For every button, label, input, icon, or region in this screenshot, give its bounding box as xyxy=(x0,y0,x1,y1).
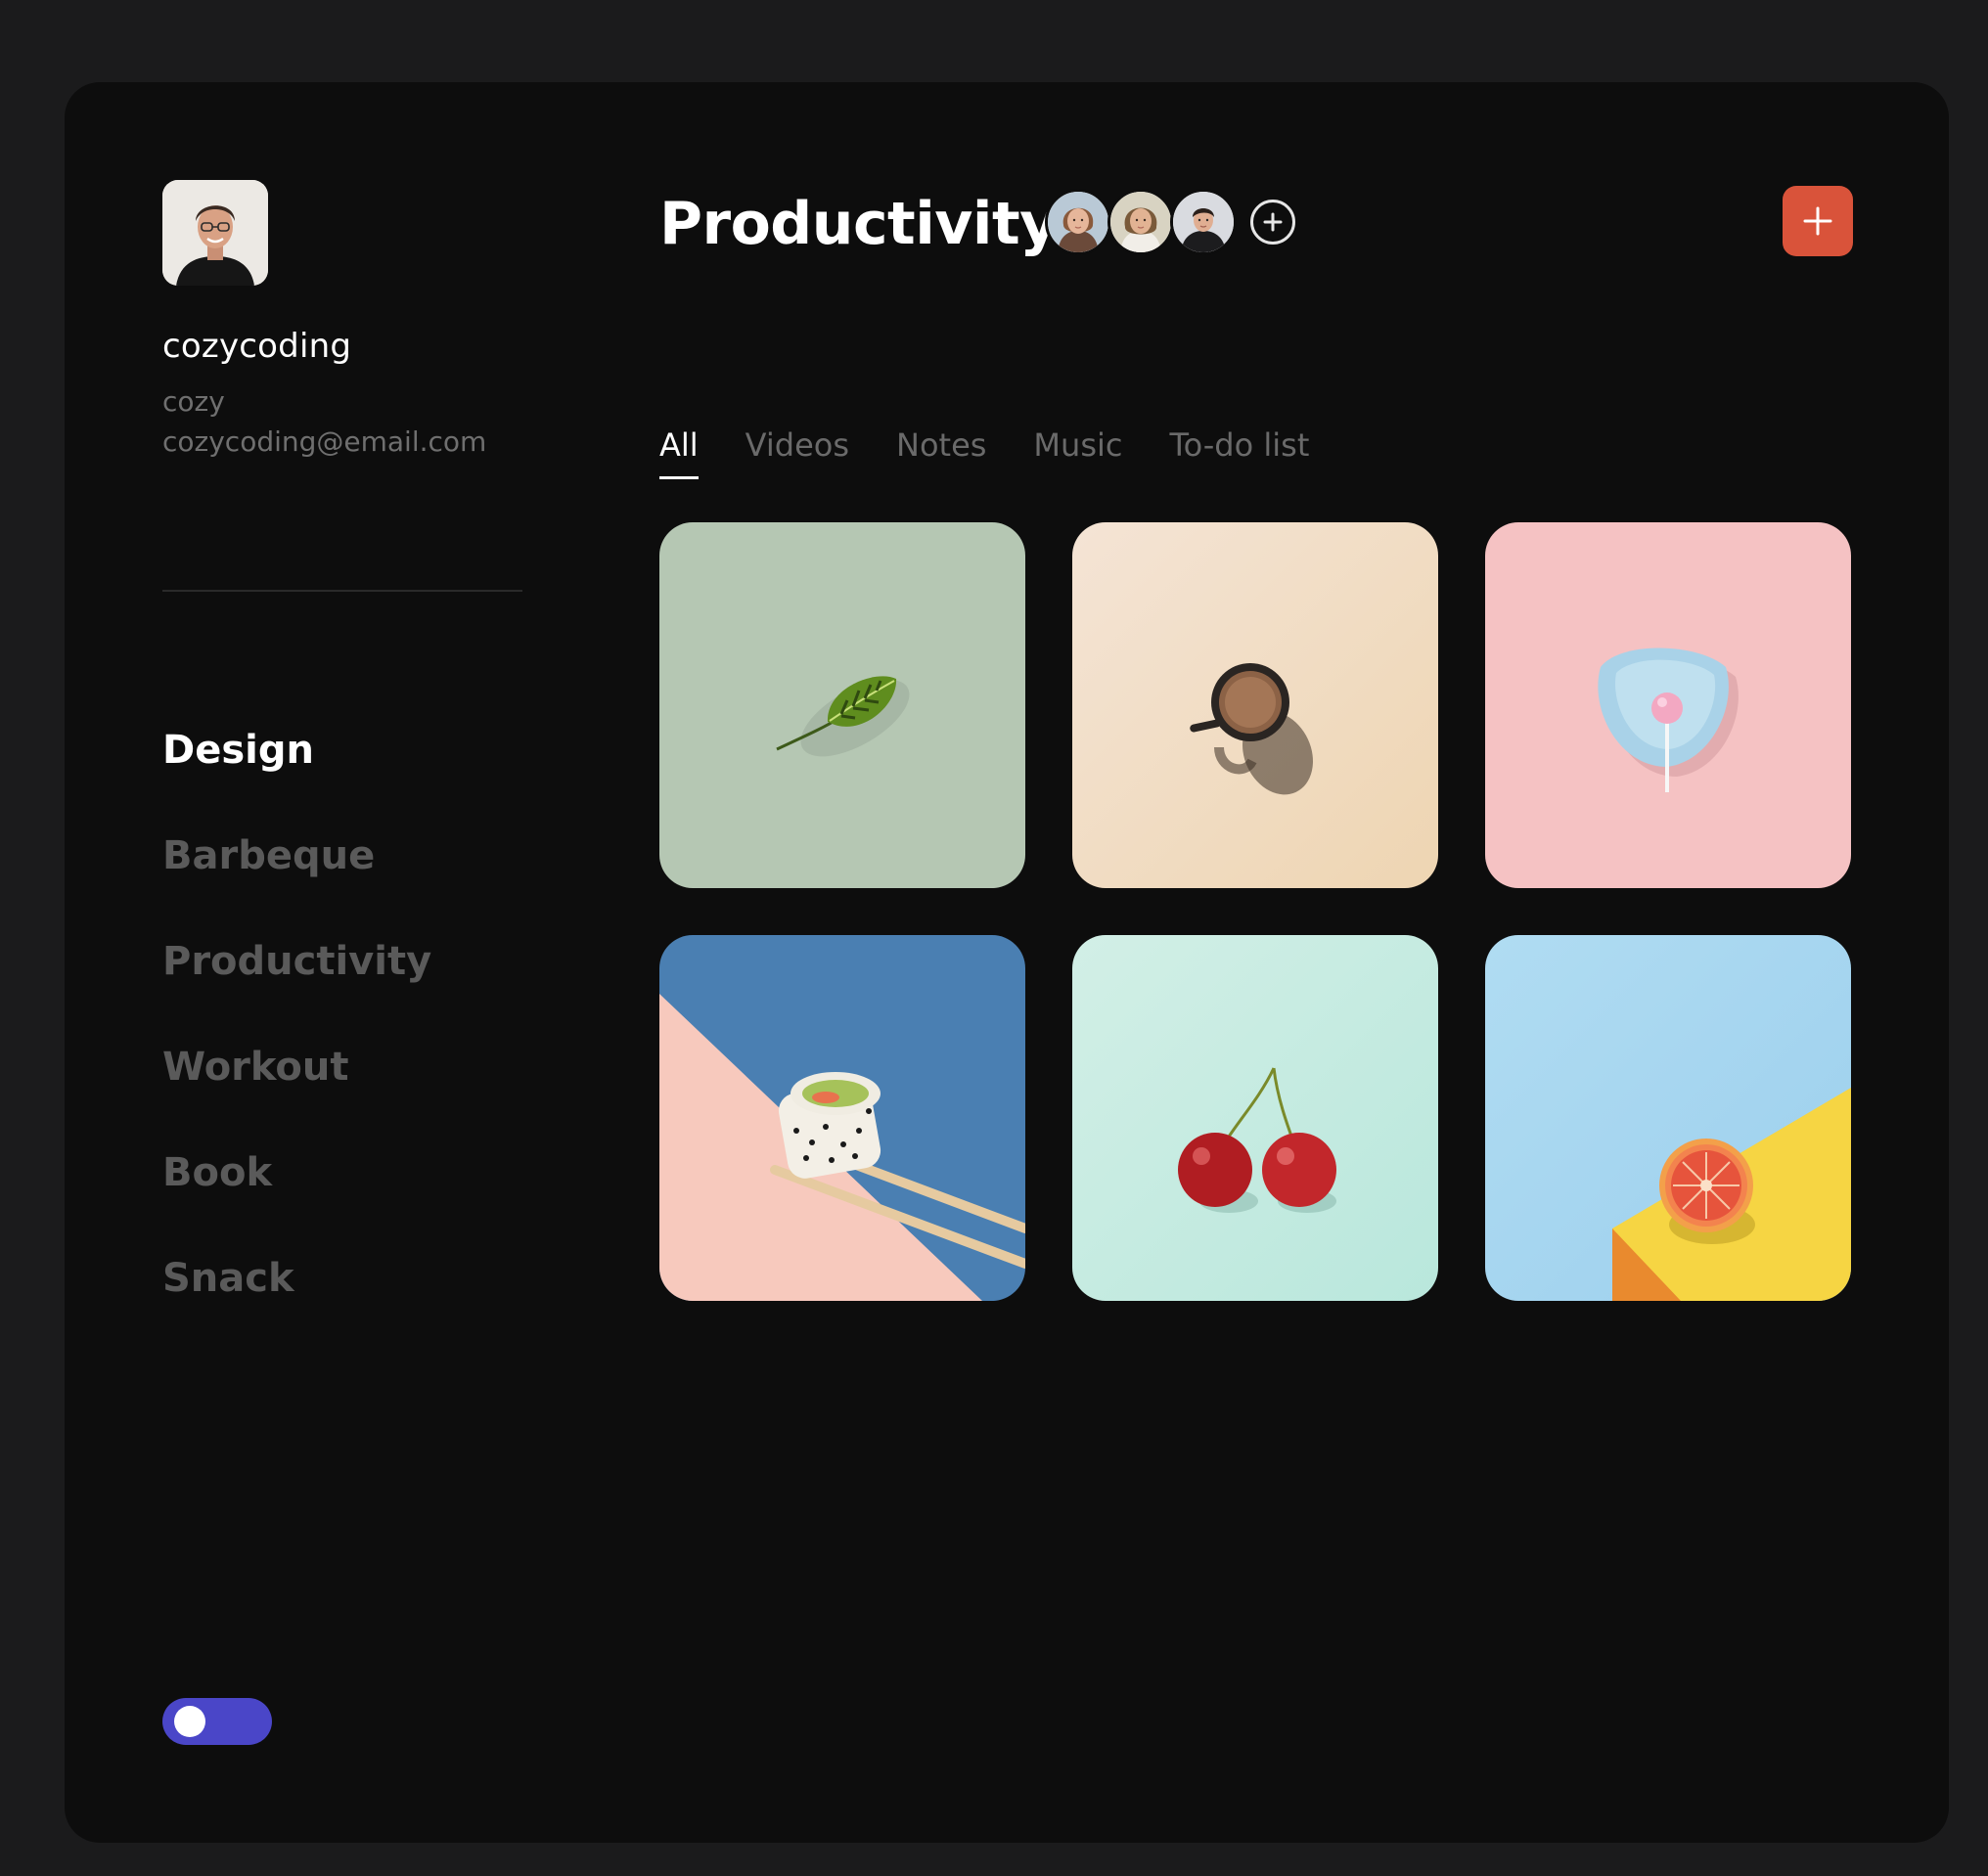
member-avatar-2[interactable] xyxy=(1107,189,1174,255)
plus-circle-icon xyxy=(1263,212,1283,232)
tab-videos[interactable]: Videos xyxy=(746,426,849,479)
member-avatar-3[interactable] xyxy=(1170,189,1237,255)
cherries-image xyxy=(1072,935,1438,1301)
plus-icon xyxy=(1803,206,1832,236)
add-button[interactable] xyxy=(1783,186,1853,256)
card-lollipop[interactable] xyxy=(1485,522,1851,888)
nav-item-barbeque[interactable]: Barbeque xyxy=(162,826,431,932)
toggle-knob xyxy=(174,1706,205,1737)
nav-item-design[interactable]: Design xyxy=(162,721,431,826)
sidebar: cozycoding cozy cozycoding@email.com Des… xyxy=(162,180,524,1745)
theme-toggle[interactable] xyxy=(162,1698,272,1745)
user-avatar[interactable] xyxy=(162,180,268,286)
tab-all[interactable]: All xyxy=(659,426,699,479)
category-nav: Design Barbeque Productivity Workout Boo… xyxy=(162,721,431,1355)
user-name: cozycoding xyxy=(162,327,352,366)
main-content: Productivity All Videos Notes Music To-d… xyxy=(659,180,1853,1301)
add-member-button[interactable] xyxy=(1250,200,1295,245)
card-cherries[interactable] xyxy=(1072,935,1438,1301)
user-email: cozycoding@email.com xyxy=(162,425,487,458)
media-grid xyxy=(659,522,1851,1301)
nav-item-book[interactable]: Book xyxy=(162,1143,431,1249)
member-avatars xyxy=(1045,189,1295,255)
nav-item-snack[interactable]: Snack xyxy=(162,1249,431,1355)
nav-item-productivity[interactable]: Productivity xyxy=(162,932,431,1038)
tab-notes[interactable]: Notes xyxy=(896,426,986,479)
tab-music[interactable]: Music xyxy=(1033,426,1122,479)
sidebar-divider xyxy=(162,590,522,592)
card-coffee[interactable] xyxy=(1072,522,1438,888)
lollipop-plate-image xyxy=(1485,522,1851,888)
grapefruit-image xyxy=(1485,935,1851,1301)
tab-todo-list[interactable]: To-do list xyxy=(1169,426,1309,479)
leaf-image xyxy=(659,522,1025,888)
card-leaf[interactable] xyxy=(659,522,1025,888)
member-avatar-1[interactable] xyxy=(1045,189,1111,255)
nav-item-workout[interactable]: Workout xyxy=(162,1038,431,1143)
sushi-image xyxy=(659,935,1025,1301)
app-window: cozycoding cozy cozycoding@email.com Des… xyxy=(65,82,1949,1843)
user-handle: cozy xyxy=(162,385,225,418)
page-title: Productivity xyxy=(659,190,1058,258)
card-sushi[interactable] xyxy=(659,935,1025,1301)
card-grapefruit[interactable] xyxy=(1485,935,1851,1301)
coffee-cup-image xyxy=(1072,522,1438,888)
content-tabs: All Videos Notes Music To-do list xyxy=(659,426,1356,479)
header: Productivity xyxy=(659,180,1853,288)
